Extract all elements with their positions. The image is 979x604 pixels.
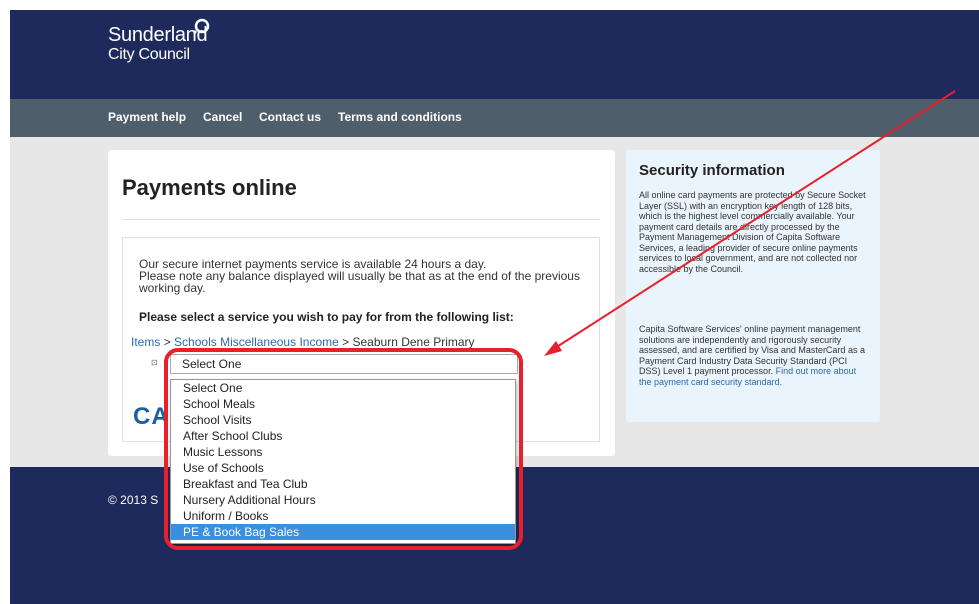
breadcrumb-category-link[interactable]: Schools Miscellaneous Income [174, 335, 339, 349]
intro-line-2: Please note any balance displayed will u… [139, 269, 580, 295]
council-logo[interactable]: Sunderland City Council [108, 18, 210, 63]
security-paragraph-2: Capita Software Services' online payment… [639, 324, 869, 387]
divider [122, 219, 600, 220]
logo-swirl-icon [193, 18, 210, 34]
site-header: Sunderland City Council [10, 10, 979, 99]
breadcrumb-items-link[interactable]: Items [131, 335, 160, 349]
instruction-text: Please select a service you wish to pay … [139, 310, 514, 324]
logo-text-line2: City Council [108, 46, 190, 63]
nav-payment-help-link[interactable]: Payment help [108, 110, 186, 124]
intro-text: Our secure internet payments service is … [139, 258, 589, 294]
security-info-panel: Security information All online card pay… [626, 150, 880, 422]
breadcrumb-separator: > [163, 335, 171, 349]
nav-cancel-link[interactable]: Cancel [203, 110, 242, 124]
nav-contact-us-link[interactable]: Contact us [259, 110, 321, 124]
security-title: Security information [639, 162, 785, 179]
nav-terms-link[interactable]: Terms and conditions [338, 110, 462, 124]
top-nav: Payment help Cancel Contact us Terms and… [10, 99, 979, 137]
breadcrumb-separator: > [342, 335, 350, 349]
page-title: Payments online [122, 175, 297, 200]
security-paragraph-1: All online card payments are protected b… [639, 190, 866, 274]
copyright-text: © 2013 S [108, 493, 159, 507]
bullet-icon: ⊡ [151, 358, 158, 367]
breadcrumb: Items > Schools Miscellaneous Income > S… [131, 335, 475, 349]
red-highlight-annotation [164, 348, 523, 550]
breadcrumb-current: Seaburn Dene Primary [352, 335, 475, 349]
